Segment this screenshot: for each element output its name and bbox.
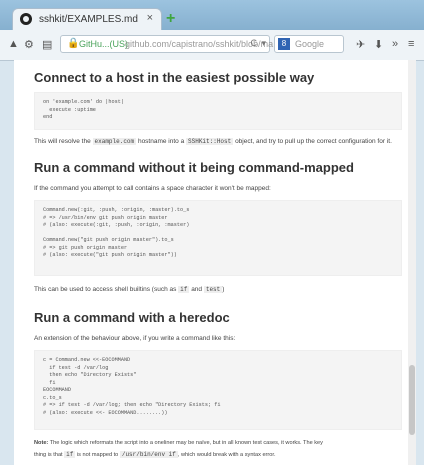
code-block-2: Command.new(:git, :push, :origin, :maste… xyxy=(34,200,402,276)
note-line-2: thing is that if is not mapped to /usr/b… xyxy=(34,451,276,458)
text: and xyxy=(191,286,203,293)
heading-command-mapped: Run a command without it being command-m… xyxy=(34,160,354,175)
text: , which would break with a syntax error. xyxy=(177,452,276,458)
code-line: # (also: execute("git push origin master… xyxy=(43,252,177,258)
search-bar[interactable]: 8 Google xyxy=(274,35,344,53)
reader-icon[interactable]: ▤ xyxy=(42,38,52,51)
paragraph-extension: An extension of the behaviour above, if … xyxy=(34,335,236,342)
code-line: # (also: execute <<- EOCOMMAND........)) xyxy=(43,409,168,416)
url-bar[interactable]: 🔒 GitHu...(US) github.com/capistrano/ssh… xyxy=(60,35,273,53)
inline-code: /usr/bin/env if xyxy=(119,451,178,458)
code-line: # => git push origin master xyxy=(43,244,128,251)
inline-code: if xyxy=(178,286,190,293)
tab-title: sshkit/EXAMPLES.md at ... xyxy=(39,14,139,25)
overflow-icon[interactable]: » xyxy=(392,38,398,50)
new-tab-button[interactable]: + xyxy=(166,10,175,28)
text: This will resolve the xyxy=(34,138,91,145)
code-line: EOCOMMAND xyxy=(43,387,72,393)
search-engine-icon: 8 xyxy=(278,38,290,50)
code-line: then echo "Directory Exists" xyxy=(43,372,137,378)
lock-icon: 🔒 xyxy=(67,38,80,49)
menu-icon[interactable]: ≡ xyxy=(408,38,414,50)
text: hostname into a xyxy=(137,138,185,145)
code-line: # (also: execute(:git, :push, :origin, :… xyxy=(43,222,190,228)
scrollbar[interactable] xyxy=(408,60,416,465)
code-line: fi xyxy=(43,379,56,386)
nav-bar: ▲ ⚙ ▤ 🔒 GitHu...(US) github.com/capistra… xyxy=(0,30,424,61)
reload-icon[interactable]: C xyxy=(251,38,258,48)
text: ) xyxy=(222,286,225,293)
search-placeholder: Google xyxy=(295,39,325,49)
url-host: GitHu...(US) xyxy=(79,39,129,49)
code-line: c = Command.new <<-EOCOMMAND xyxy=(43,357,131,363)
bookmarks-icon[interactable]: ✈ xyxy=(356,38,365,51)
paragraph-space: If the command you attempt to call conta… xyxy=(34,185,271,192)
code-line: # => /usr/bin/env git push origin master xyxy=(43,214,168,221)
code-block-1: on 'example.com' do |host| execute :upti… xyxy=(34,92,402,130)
inline-code: if xyxy=(64,451,76,458)
paragraph-builtins: This can be used to access shell builtin… xyxy=(34,286,224,293)
inline-code: test xyxy=(203,286,223,293)
code-line: Command.new("git push origin master").to… xyxy=(43,237,174,243)
code-line: end xyxy=(43,114,53,120)
code-line: Command.new(:git, :push, :origin, :maste… xyxy=(43,207,190,213)
code-line: on 'example.com' do |host| xyxy=(43,99,124,105)
code-line: execute :uptime xyxy=(43,106,96,113)
heading-connect: Connect to a host in the easiest possibl… xyxy=(34,70,315,85)
text: thing is that xyxy=(34,452,63,458)
tab-bar: sshkit/EXAMPLES.md at ... × + xyxy=(0,0,424,30)
code-line: # => if test -d /var/log; then echo "Dir… xyxy=(43,402,221,408)
code-line: if test -d /var/log xyxy=(43,364,109,371)
text: This can be used to access shell builtin… xyxy=(34,286,177,293)
text: object, and try to pull up the correct c… xyxy=(235,138,392,145)
back-icon[interactable]: ▲ xyxy=(8,38,19,50)
github-icon xyxy=(20,13,32,25)
page-content: Connect to a host in the easiest possibl… xyxy=(14,60,416,465)
scrollbar-thumb[interactable] xyxy=(409,365,415,435)
text: The logic which reformats the script int… xyxy=(49,440,323,446)
identity-icon[interactable]: ⚙ xyxy=(24,38,34,51)
code-line: c.to_s xyxy=(43,394,62,401)
inline-code: example.com xyxy=(92,138,137,145)
paragraph-resolve: This will resolve the example.com hostna… xyxy=(34,138,392,145)
browser-window: sshkit/EXAMPLES.md at ... × + ▲ ⚙ ▤ 🔒 Gi… xyxy=(0,0,424,465)
note-label: Note: xyxy=(34,440,49,446)
download-icon[interactable]: ⬇ xyxy=(374,38,383,51)
code-block-3: c = Command.new <<-EOCOMMAND if test -d … xyxy=(34,350,402,430)
note-line-1: Note: The logic which reformats the scri… xyxy=(34,440,323,446)
text: is not mapped to xyxy=(76,452,119,458)
tab-close-icon[interactable]: × xyxy=(147,12,153,24)
tab-active[interactable]: sshkit/EXAMPLES.md at ... × xyxy=(12,8,162,30)
heading-heredoc: Run a command with a heredoc xyxy=(34,310,230,325)
inline-code: SSHKit::Host xyxy=(186,138,234,145)
chevron-down-icon[interactable]: ▾ xyxy=(261,38,266,49)
